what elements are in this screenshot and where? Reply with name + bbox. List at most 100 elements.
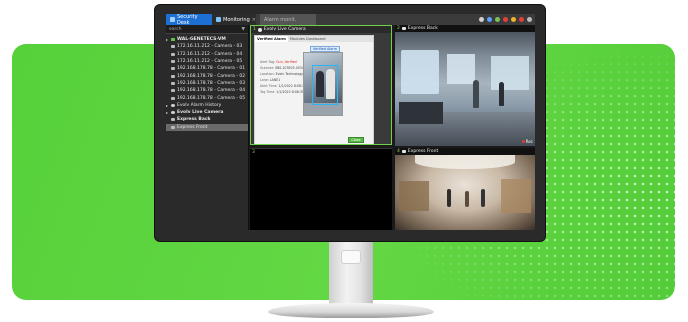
status-icon[interactable] <box>495 17 500 22</box>
tile-number: 3 <box>252 150 255 155</box>
recording-indicator: Rec <box>521 139 533 144</box>
tree-item[interactable]: ▸ Evolv Live Camera <box>166 109 248 116</box>
tile-number: 1 <box>253 27 256 32</box>
camera-icon <box>401 27 406 30</box>
tile-title: Express Back <box>407 26 438 31</box>
tile-header: 1 Evolv Live Camera <box>251 26 391 33</box>
camera-icon <box>171 67 175 71</box>
volume-icon[interactable] <box>527 17 532 22</box>
warning-icon[interactable] <box>511 17 516 22</box>
tile-header: 2 Express Back <box>395 25 535 32</box>
tree-item[interactable]: ▸ WAL-GENETECS-VM <box>166 36 248 43</box>
tab-label: Monitoring <box>223 16 250 23</box>
recording-label: Rec <box>525 139 533 144</box>
tree-item[interactable]: 192.168.178.78 - Camera - 05 <box>166 94 248 101</box>
tree-item-label: 192.168.178.78 - Camera - 03 <box>177 80 246 86</box>
tree-item[interactable]: 172.16.11.212 - Camera - 05 <box>166 58 248 65</box>
feed-desk <box>399 102 443 124</box>
tile-3[interactable]: 3 <box>250 148 392 230</box>
tile-title: Express Front <box>407 149 439 154</box>
tab-verified-alarm[interactable]: Verified Alarm <box>255 36 288 42</box>
app-screen: Security Desk Monitoring × Alarm monit. … <box>166 14 535 230</box>
settings-icon[interactable] <box>479 17 484 22</box>
feed-shelf <box>501 179 531 213</box>
camera-feed-express-back <box>395 32 535 146</box>
alarm-icon <box>257 27 262 32</box>
system-tray <box>479 17 535 22</box>
camera-icon <box>171 89 175 93</box>
tree-item-label: Express Front <box>177 124 208 130</box>
tree-item-label: 192.168.178.78 - Camera - 02 <box>177 73 246 79</box>
camera-icon <box>171 45 175 49</box>
feed-person <box>481 189 485 207</box>
tree-item[interactable]: Express Front <box>166 123 248 131</box>
feed-person <box>465 191 469 207</box>
expander[interactable]: ▸ <box>166 103 169 108</box>
tab-modules-dashboard[interactable]: Modules Dashboard <box>288 36 328 42</box>
feed-person <box>447 189 451 207</box>
search-row[interactable]: earch ▼ <box>166 25 248 34</box>
tab-label: Alarm monit. <box>264 16 297 23</box>
expander[interactable]: ▸ <box>166 37 169 42</box>
tile-number: 4 <box>397 149 400 154</box>
tree-item[interactable]: 192.168.178.78 - Camera - 02 <box>166 72 248 79</box>
tree-item[interactable]: 192.168.178.78 - Camera - 04 <box>166 87 248 94</box>
tile-4[interactable]: 4 Express Front <box>395 148 535 230</box>
feed-person <box>473 80 479 108</box>
alarm-info: Alert Tag: Gun, Verified Scanner: SBS-103E0… <box>260 60 321 96</box>
tree-item-label: 192.168.178.78 - Camera - 04 <box>177 88 246 94</box>
tree-item[interactable]: 192.168.178.78 - Camera - 01 <box>166 65 248 72</box>
tree-item-label: Express Back <box>177 117 211 123</box>
notification-icon[interactable] <box>487 17 492 22</box>
tab-alarm-monitoring[interactable]: Alarm monit. <box>260 14 316 25</box>
camera-icon <box>171 60 175 64</box>
tree-item-label: Evolv Live Camera <box>177 110 224 116</box>
feed-shelf <box>399 181 429 211</box>
title-bar: Security Desk Monitoring × Alarm monit. <box>166 14 535 26</box>
dialog-tabs: Verified Alarm Modules Dashboard <box>255 36 373 42</box>
security-desk-icon <box>170 17 175 22</box>
camera-icon <box>171 74 175 78</box>
tile-2[interactable]: 2 Express Back Rec <box>395 25 535 146</box>
tile-number: 2 <box>397 26 400 31</box>
alarm-icon[interactable] <box>519 17 524 22</box>
tile-header: 4 Express Front <box>395 148 535 155</box>
stand-cable-hole <box>341 250 361 264</box>
feed-window <box>447 54 475 84</box>
camera-icon <box>171 52 175 56</box>
tile-1[interactable]: 1 Evolv Live Camera Verified Alarm Modul… <box>250 25 392 145</box>
expander[interactable]: ▸ <box>166 110 169 115</box>
alarm-dialog: Verified Alarm Modules Dashboard Verifie… <box>254 35 374 144</box>
tree-item[interactable]: ▸ Evolv Alarm History <box>166 102 248 109</box>
tree-item-label: 172.16.11.212 - Camera - 05 <box>177 59 243 65</box>
tile-title: Evolv Live Camera <box>263 27 306 32</box>
tree-item[interactable]: 172.16.11.212 - Camera - 04 <box>166 51 248 58</box>
feed-person <box>499 82 504 106</box>
camera-icon <box>171 96 175 100</box>
server-icon <box>171 38 175 42</box>
record-dot-icon <box>521 140 525 143</box>
close-button[interactable]: Close <box>348 137 364 143</box>
feed-window <box>491 56 529 90</box>
tab-security-desk[interactable]: Security Desk <box>166 14 212 26</box>
tab-label: Security Desk <box>177 14 198 26</box>
tree-item-label: 192.168.178.78 - Camera - 01 <box>177 66 246 72</box>
alarm-icon <box>171 111 175 115</box>
funnel-icon[interactable]: ▼ <box>242 27 245 32</box>
tree-item[interactable]: 192.168.178.78 - Camera - 03 <box>166 80 248 87</box>
tree-item[interactable]: 172.16.11.212 - Camera - 03 <box>166 43 248 50</box>
info-row: Tag Time: 1/1/2022 8:08:35 AM <box>260 90 310 96</box>
monitoring-icon <box>216 17 221 22</box>
alarm-snapshot <box>303 52 343 116</box>
tab-monitoring[interactable]: Monitoring × <box>212 14 256 25</box>
tree-item[interactable]: Express Back <box>166 116 248 123</box>
tree-item-label: 172.16.11.212 - Camera - 04 <box>177 51 243 57</box>
tree-item-label: 192.168.178.78 - Camera - 05 <box>177 95 246 101</box>
camera-feed-express-front <box>395 155 535 230</box>
feed-window <box>401 50 439 94</box>
camera-icon <box>171 81 175 85</box>
search-input[interactable]: earch <box>169 27 182 32</box>
alert-icon[interactable] <box>503 17 508 22</box>
close-icon[interactable]: × <box>252 17 256 23</box>
feed-ceiling <box>415 155 515 169</box>
